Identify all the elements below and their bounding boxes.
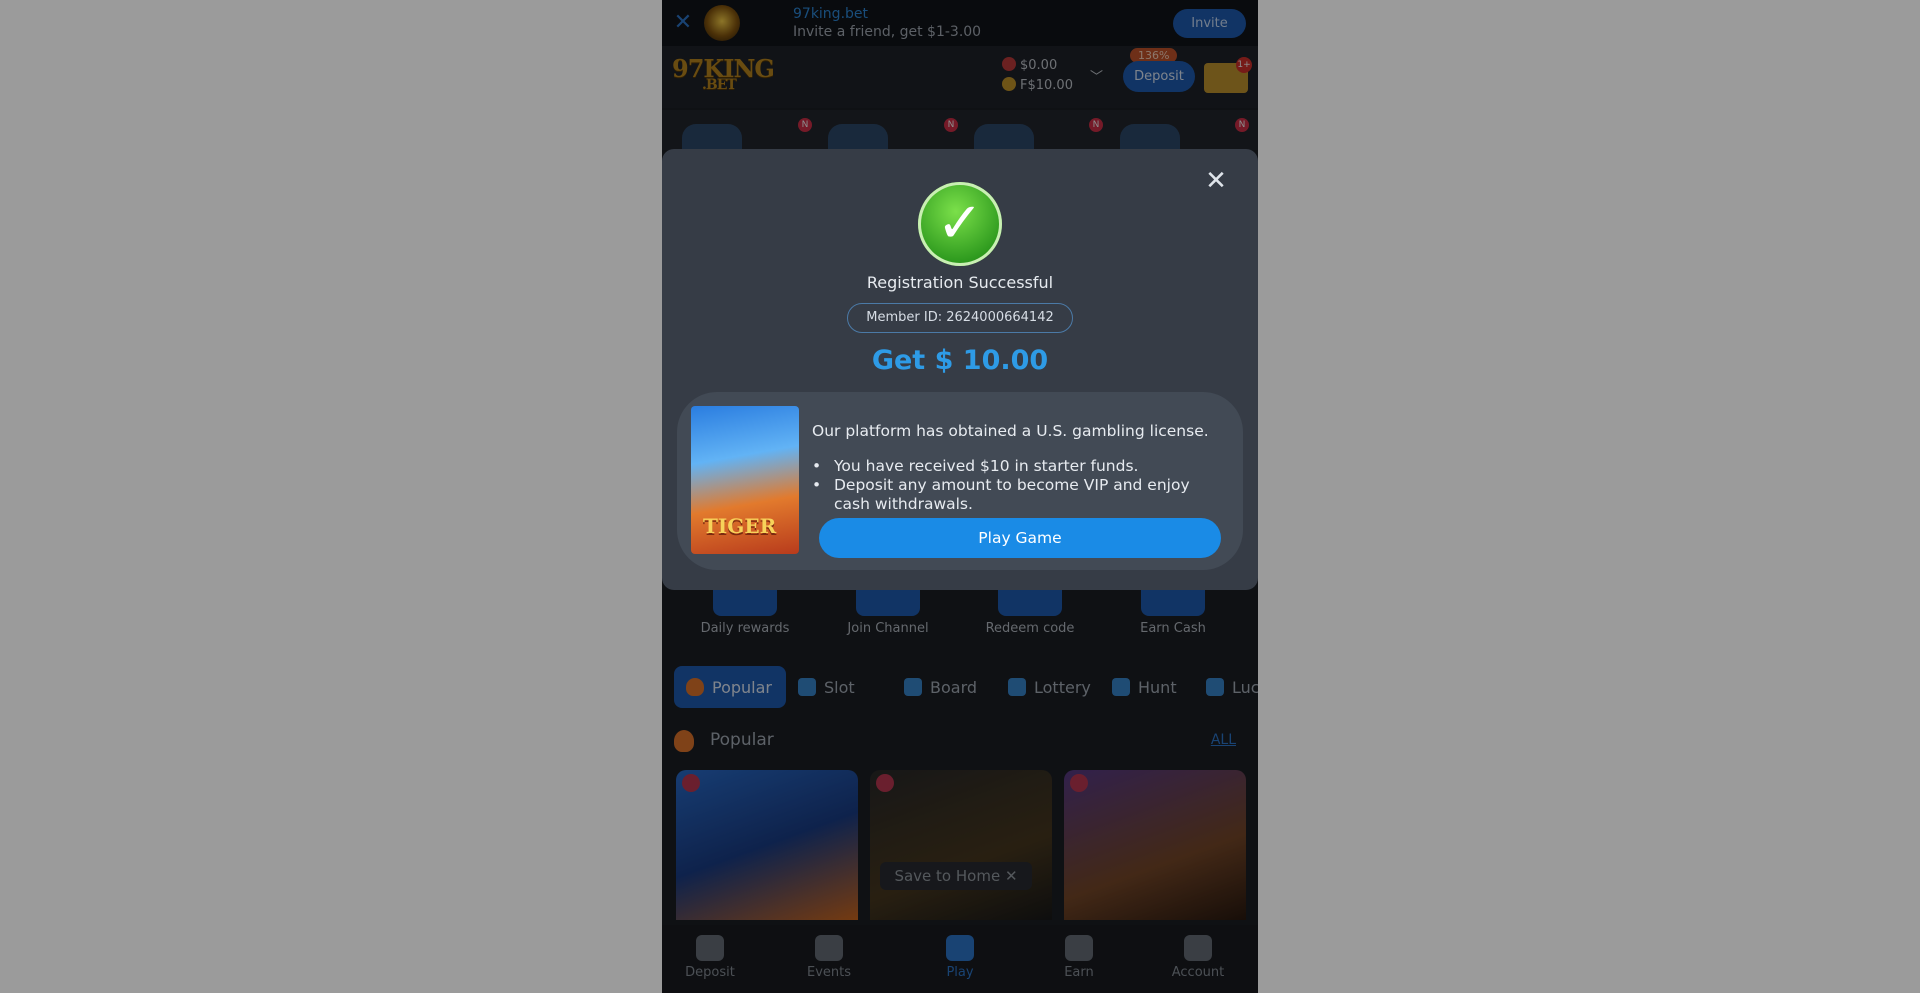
promo-text: Our platform has obtained a U.S. gamblin…	[812, 422, 1222, 514]
thumb-logo: TIGER	[703, 514, 777, 538]
registration-success-modal: ✕ ✓ Registration Successful Member ID: 2…	[662, 149, 1258, 590]
success-check-icon: ✓	[918, 182, 1002, 266]
bonus-amount: Get $ 10.00	[871, 345, 1049, 376]
promo-panel: TIGER Our platform has obtained a U.S. g…	[677, 392, 1243, 570]
license-text: Our platform has obtained a U.S. gamblin…	[812, 422, 1209, 440]
close-icon[interactable]: ✕	[1204, 168, 1228, 194]
play-game-button[interactable]: Play Game	[819, 518, 1221, 558]
list-item: You have received $10 in starter funds.	[812, 457, 1222, 476]
modal-title: Registration Successful	[866, 273, 1054, 292]
member-id-badge: Member ID: 2624000664142	[847, 303, 1073, 333]
list-item: Deposit any amount to become VIP and enj…	[812, 476, 1222, 514]
benefit-list: You have received $10 in starter funds. …	[812, 457, 1222, 514]
app-screen: ✕ 97king.bet Invite a friend, get $1-3.0…	[662, 0, 1258, 993]
fortune-tiger-thumbnail[interactable]: TIGER	[691, 406, 799, 554]
